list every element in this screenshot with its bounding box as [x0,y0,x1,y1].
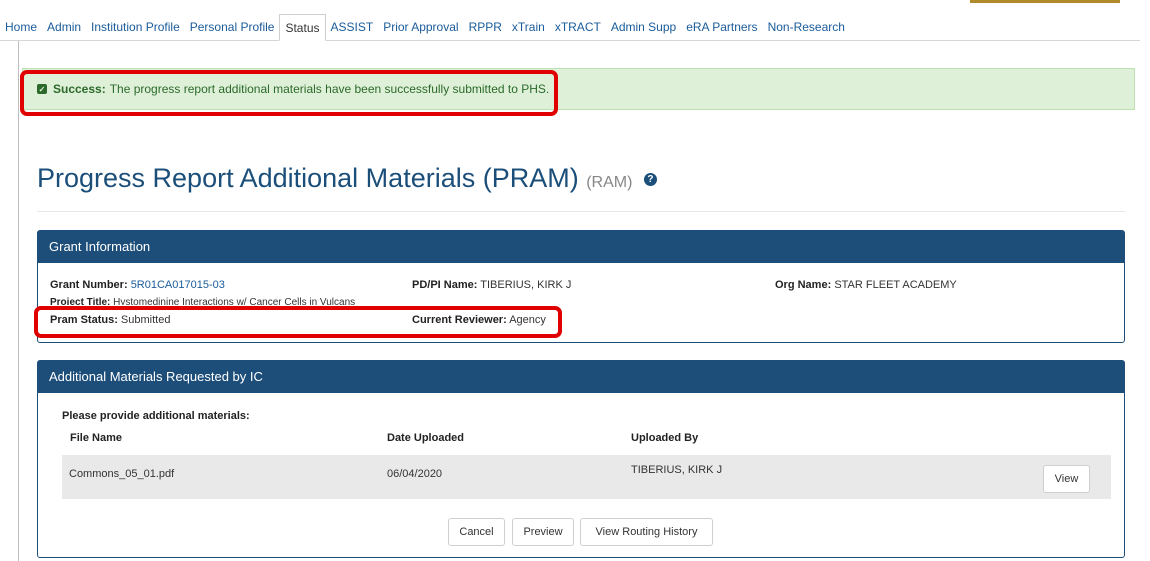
view-routing-history-button[interactable]: View Routing History [580,518,713,546]
panel-heading: Additional Materials Requested by IC [38,361,1124,393]
highlight-box-status [34,306,562,338]
title-divider [37,211,1125,212]
pdpi-label: PD/PI Name: [412,279,478,291]
project-title-label: Project Title: [50,297,111,305]
highlight-box-alert [20,70,558,116]
main-nav: Home Admin Institution Profile Personal … [0,14,1140,41]
column-header-uploaded-by: Uploaded By [631,432,699,444]
panel-heading: Grant Information [38,231,1124,263]
file-name-cell: Commons_05_01.pdf [69,468,175,480]
top-accent-bar [970,0,1120,3]
view-button[interactable]: View [1043,465,1090,493]
tab-rppr[interactable]: RPPR [464,14,507,40]
org-label: Org Name: [775,279,832,291]
tab-non-research[interactable]: Non-Research [763,14,850,40]
uploaded-by-cell: TIBERIUS, KIRK J [631,464,723,476]
materials-prompt: Please provide additional materials: [62,410,250,422]
pdpi-field: PD/PI Name: TIBERIUS, KIRK J [412,279,571,291]
org-field: Org Name: STAR FLEET ACADEMY [775,279,957,291]
tab-assist[interactable]: ASSIST [326,14,379,40]
org-value: STAR FLEET ACADEMY [834,279,957,291]
page-title-text: Progress Report Additional Materials (PR… [37,163,579,193]
grant-number-label: Grant Number: [50,279,128,291]
grant-number-field: Grant Number: 5R01CA017015-03 [50,279,225,291]
tab-xtract[interactable]: xTRACT [550,14,606,40]
tab-prior-approval[interactable]: Prior Approval [378,14,463,40]
project-title-value: Hystomedinine Interactions w/ Cancer Cel… [113,297,356,305]
column-header-file-name: File Name [70,432,122,444]
cancel-button[interactable]: Cancel [448,518,505,546]
preview-button[interactable]: Preview [512,518,574,546]
table-row: Commons_05_01.pdf 06/04/2020 TIBERIUS, K… [62,455,1111,499]
tab-institution-profile[interactable]: Institution Profile [86,14,185,40]
date-uploaded-cell: 06/04/2020 [387,468,443,480]
left-divider [18,41,19,561]
pdpi-value: TIBERIUS, KIRK J [480,279,572,291]
project-title-field: Project Title: Hystomedinine Interaction… [50,296,355,305]
tab-xtrain[interactable]: xTrain [507,14,550,40]
column-header-date-uploaded: Date Uploaded [387,432,465,444]
grant-number-link[interactable]: 5R01CA017015-03 [131,279,225,291]
tab-home[interactable]: Home [0,14,42,40]
question-circle-icon[interactable]: ? [643,173,657,187]
page-subtitle: (RAM) [586,174,633,191]
tab-admin[interactable]: Admin [42,14,86,40]
tab-admin-supp[interactable]: Admin Supp [606,14,681,40]
tab-personal-profile[interactable]: Personal Profile [185,14,280,40]
top-border [0,0,1150,4]
tab-era-partners[interactable]: eRA Partners [681,14,762,40]
page-title: Progress Report Additional Materials (PR… [37,163,657,194]
tab-status[interactable]: Status [279,14,326,41]
